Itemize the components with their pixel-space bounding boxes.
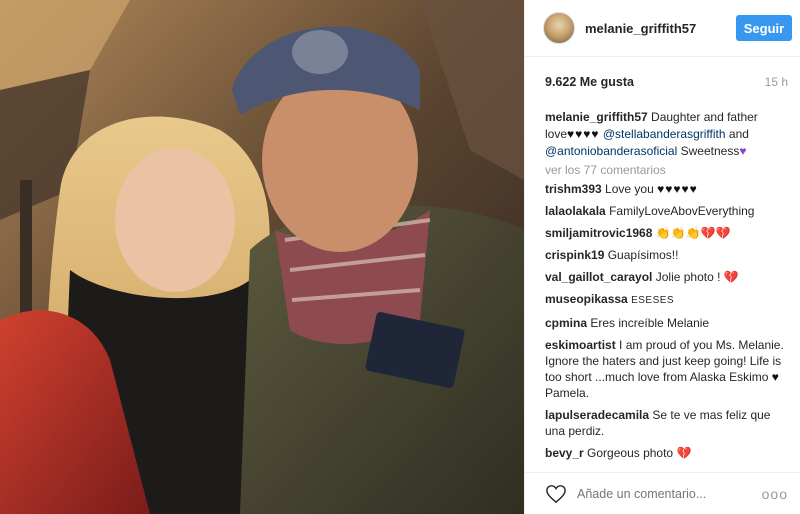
post-side-panel: melanie_griffith57 Seguir 9.622 Me gusta… xyxy=(524,0,800,514)
caption: melanie_griffith57 Daughter and father l… xyxy=(545,109,786,160)
comment-username[interactable]: val_gaillot_carayol xyxy=(545,270,652,284)
comment: smiljamitrovic1968 👏👏👏💔💔 xyxy=(545,225,786,241)
post-meta: 9.622 Me gusta 15 h xyxy=(525,57,800,107)
caption-hearts: ♥♥♥♥ xyxy=(567,127,600,141)
comment: val_gaillot_carayol Jolie photo ! 💔 xyxy=(545,269,786,285)
comment-text: Gorgeous photo xyxy=(587,446,677,460)
add-comment-bar: ooo xyxy=(525,472,800,514)
instagram-post: melanie_griffith57 Seguir 9.622 Me gusta… xyxy=(0,0,800,514)
comment-username[interactable]: trishm393 xyxy=(545,182,602,196)
heart-icon: ♥ xyxy=(771,370,780,384)
comment-text: Jolie photo ! xyxy=(655,270,724,284)
comment-username[interactable]: eskimoartist xyxy=(545,338,616,352)
comments-list: melanie_griffith57 Daughter and father l… xyxy=(525,109,800,461)
comment-username[interactable]: bevy_r xyxy=(545,446,584,460)
comment-text: Love you xyxy=(605,182,658,196)
caption-username[interactable]: melanie_griffith57 xyxy=(545,110,648,124)
post-time[interactable]: 15 h xyxy=(765,75,788,89)
broken-heart-icon: 💔 xyxy=(723,270,739,284)
comment-text: Eres increíble Melanie xyxy=(590,316,710,330)
comment: museopikassa ESESES xyxy=(545,291,786,309)
caption-mention-2[interactable]: @antoniobanderasoficial xyxy=(545,144,677,158)
comment-text: Guapísimos!! xyxy=(607,248,679,262)
header-username[interactable]: melanie_griffith57 xyxy=(585,21,736,36)
purple-heart-icon: ♥ xyxy=(739,144,747,158)
comment: lalaolakala FamilyLoveAbovEverything xyxy=(545,203,786,219)
post-photo[interactable] xyxy=(0,0,524,514)
comment-text-after: Pamela. xyxy=(545,386,590,400)
comment-hearts: ♥♥♥♥♥ xyxy=(657,182,698,196)
comment-username[interactable]: crispink19 xyxy=(545,248,604,262)
view-all-comments-link[interactable]: ver los 77 comentarios xyxy=(545,163,786,177)
follow-button[interactable]: Seguir xyxy=(736,15,792,41)
comment-text: FamilyLoveAbovEverything xyxy=(609,204,755,218)
comment-username[interactable]: smiljamitrovic1968 xyxy=(545,226,652,240)
comment: eskimoartist I am proud of you Ms. Melan… xyxy=(545,337,786,401)
comment-text: ESESES xyxy=(631,295,675,306)
photo-illustration xyxy=(0,0,524,514)
comment-emoji: 👏👏👏💔💔 xyxy=(655,226,731,240)
more-options-icon[interactable]: ooo xyxy=(762,486,788,502)
comments-fade xyxy=(525,464,800,472)
avatar[interactable] xyxy=(543,12,575,44)
heart-outline-icon[interactable] xyxy=(545,484,567,504)
comment: bevy_r Gorgeous photo 💔 xyxy=(545,445,786,461)
caption-text-2: Sweetness xyxy=(680,144,740,158)
comment-username[interactable]: cpmina xyxy=(545,316,587,330)
comment: lapulseradecamila Se te ve mas feliz que… xyxy=(545,407,786,439)
comment-input[interactable] xyxy=(577,486,762,501)
likes-count[interactable]: 9.622 Me gusta xyxy=(545,75,634,89)
comment-username[interactable]: museopikassa xyxy=(545,292,628,306)
comment-username[interactable]: lalaolakala xyxy=(545,204,606,218)
comment: trishm393 Love you ♥♥♥♥♥ xyxy=(545,181,786,197)
comment: cpmina Eres increíble Melanie xyxy=(545,315,786,331)
caption-and: and xyxy=(728,127,749,141)
comment-username[interactable]: lapulseradecamila xyxy=(545,408,649,422)
comment: crispink19 Guapísimos!! xyxy=(545,247,786,263)
caption-mention-1[interactable]: @stellabanderasgriffith xyxy=(603,127,726,141)
broken-heart-icon: 💔 xyxy=(676,446,692,460)
post-header: melanie_griffith57 Seguir xyxy=(525,0,800,57)
